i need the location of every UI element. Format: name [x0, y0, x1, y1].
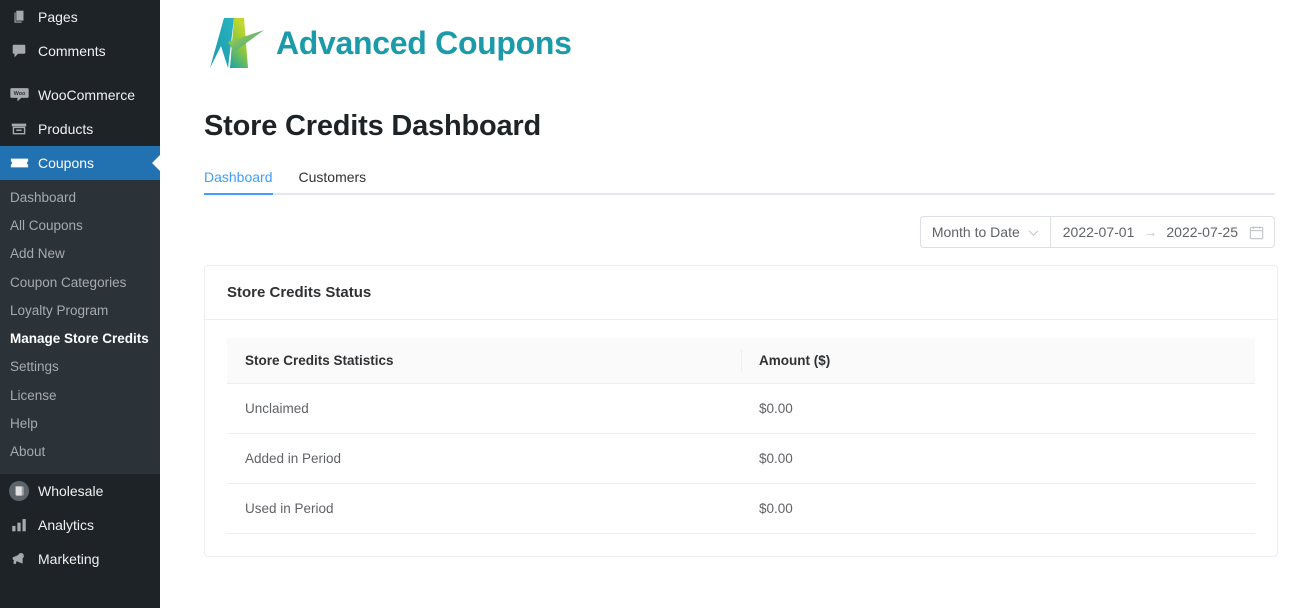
date-range-inputs[interactable]: 2022-07-01 → 2022-07-25 — [1049, 216, 1275, 248]
sidebar-item-label: Comments — [38, 43, 106, 59]
table-row: Unclaimed $0.00 — [227, 383, 1255, 434]
sidebar-item-woocommerce[interactable]: Woo WooCommerce — [0, 78, 160, 112]
table-row: Added in Period $0.00 — [227, 433, 1255, 484]
submenu-item-add-new[interactable]: Add New — [0, 240, 160, 268]
sidebar-item-label: Wholesale — [38, 483, 104, 500]
card-title: Store Credits Status — [205, 266, 1277, 320]
chevron-down-icon — [1028, 224, 1039, 240]
brand-logo-text: Advanced Coupons — [276, 25, 572, 61]
sidebar-item-wholesale[interactable]: Wholesale — [0, 474, 160, 508]
tab-customers[interactable]: Customers — [299, 170, 367, 193]
date-range-toolbar: Month to Date 2022-07-01 → 2022-07-25 — [204, 216, 1275, 248]
table-row: Used in Period $0.00 — [227, 483, 1255, 534]
submenu-item-license[interactable]: License — [0, 382, 160, 410]
submenu-item-help[interactable]: Help — [0, 410, 160, 438]
main-content: Advanced Coupons Store Credits Dashboard… — [160, 0, 1303, 608]
submenu-item-manage-store-credits[interactable]: Manage Store Credits — [0, 325, 160, 353]
cell-statistic: Added in Period — [227, 433, 741, 484]
range-preset-value: Month to Date — [931, 224, 1020, 240]
submenu-item-loyalty-program[interactable]: Loyalty Program — [0, 297, 160, 325]
wholesale-icon — [9, 481, 29, 502]
table-header-row: Store Credits Statistics Amount ($) — [227, 338, 1255, 384]
pages-icon — [9, 7, 29, 27]
cell-amount: $0.00 — [741, 433, 1255, 484]
sidebar-item-label: Coupons — [38, 155, 95, 171]
calendar-icon[interactable] — [1249, 225, 1264, 240]
sidebar-item-products[interactable]: Products — [0, 112, 160, 146]
coupon-ticket-icon — [9, 153, 29, 173]
cell-statistic: Used in Period — [227, 483, 741, 534]
tab-dashboard[interactable]: Dashboard — [204, 170, 273, 195]
end-date-input[interactable]: 2022-07-25 — [1166, 224, 1238, 240]
store-credits-status-card: Store Credits Status Store Credits Stati… — [204, 265, 1278, 557]
coupons-submenu: Dashboard All Coupons Add New Coupon Cat… — [0, 180, 160, 475]
sidebar-item-coupons[interactable]: Coupons — [0, 146, 160, 180]
store-credits-table: Store Credits Statistics Amount ($) Uncl… — [227, 338, 1255, 534]
sidebar-item-label: WooCommerce — [38, 87, 135, 103]
column-header-statistics: Store Credits Statistics — [227, 338, 741, 384]
page-title: Store Credits Dashboard — [204, 110, 542, 142]
comments-icon — [9, 41, 29, 61]
sidebar-item-pages[interactable]: Pages — [0, 0, 160, 34]
submenu-item-settings[interactable]: Settings — [0, 353, 160, 381]
active-menu-arrow-icon — [152, 155, 160, 171]
sidebar-item-label: Products — [38, 121, 94, 137]
sidebar-item-label: Analytics — [38, 517, 95, 534]
start-date-input[interactable]: 2022-07-01 — [1063, 224, 1135, 240]
range-preset-select[interactable]: Month to Date — [919, 216, 1050, 248]
sidebar-item-label: Marketing — [38, 551, 100, 568]
submenu-item-coupon-categories[interactable]: Coupon Categories — [0, 269, 160, 297]
table-header: Store Credits Statistics Amount ($) — [227, 338, 1255, 384]
svg-text:Woo: Woo — [13, 91, 25, 97]
submenu-item-all-coupons[interactable]: All Coupons — [0, 212, 160, 240]
date-range-group: Month to Date 2022-07-01 → 2022-07-25 — [919, 216, 1275, 248]
tab-bar: Dashboard Customers — [204, 159, 1275, 195]
admin-screen: Pages Comments Woo WooCommerce Products … — [0, 0, 1303, 608]
brand-logo: Advanced Coupons — [204, 0, 1275, 76]
analytics-bar-chart-icon — [9, 515, 29, 535]
sidebar-item-marketing[interactable]: Marketing — [0, 542, 160, 576]
sidebar-item-label: Pages — [38, 9, 78, 25]
sidebar-divider — [0, 68, 160, 78]
megaphone-icon — [9, 549, 29, 569]
cell-statistic: Unclaimed — [227, 383, 741, 434]
products-icon — [9, 119, 29, 139]
submenu-item-dashboard[interactable]: Dashboard — [0, 184, 160, 212]
table-body: Unclaimed $0.00 Added in Period $0.00 Us… — [227, 383, 1255, 534]
sidebar-item-comments[interactable]: Comments — [0, 34, 160, 68]
range-arrow-icon: → — [1143, 224, 1158, 240]
card-body: Store Credits Statistics Amount ($) Uncl… — [205, 320, 1277, 556]
advanced-coupons-a-logo — [204, 12, 270, 74]
column-header-amount: Amount ($) — [741, 338, 1255, 384]
cell-amount: $0.00 — [741, 383, 1255, 434]
submenu-item-about[interactable]: About — [0, 438, 160, 466]
admin-sidebar: Pages Comments Woo WooCommerce Products … — [0, 0, 160, 608]
sidebar-item-analytics[interactable]: Analytics — [0, 508, 160, 542]
woocommerce-icon: Woo — [9, 85, 29, 105]
cell-amount: $0.00 — [741, 483, 1255, 534]
